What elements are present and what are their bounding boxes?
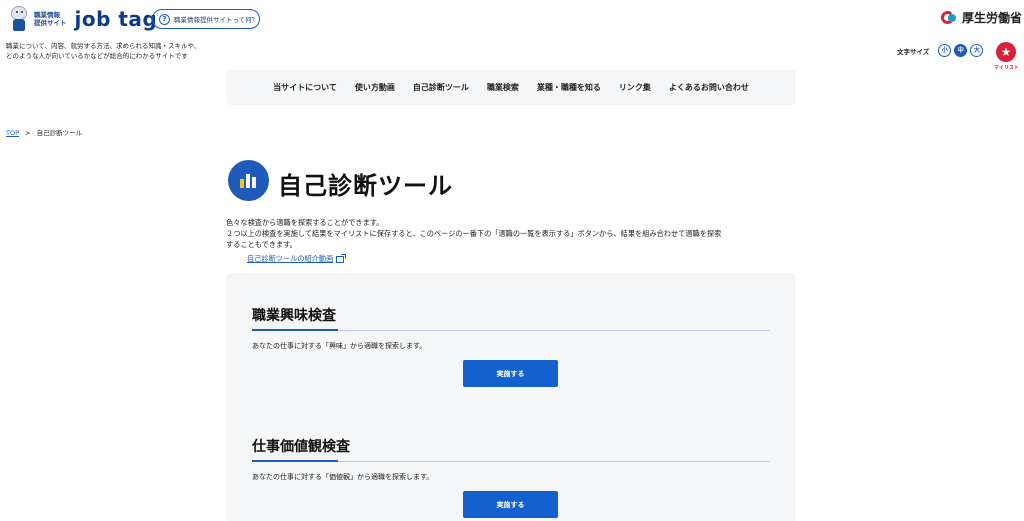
- ministry-logo[interactable]: 厚生労働省: [940, 8, 1022, 26]
- breadcrumb-current: 自己診断ツール: [36, 129, 83, 137]
- question-icon: ?: [159, 13, 170, 25]
- site-logo[interactable]: 職業情報 提供サイト job tag: [8, 6, 157, 32]
- mylist-button[interactable]: ★ マイリスト: [994, 42, 1020, 71]
- nav-item-faq[interactable]: よくあるお問い合わせ: [660, 82, 758, 93]
- intro-video-link[interactable]: 自己診断ツールの紹介動画: [247, 253, 347, 264]
- section-title-interest: 職業興味検査: [252, 308, 336, 324]
- ministry-mark-icon: [940, 8, 960, 26]
- section-divider: [252, 329, 770, 331]
- section-divider: [252, 460, 770, 462]
- global-nav: 当サイトについて 使い方動画 自己診断ツール 職業検索 業種・職種を知る リンク…: [226, 70, 796, 105]
- section-title-values: 仕事価値観検査: [252, 439, 350, 455]
- page-title: 自己診断ツール: [278, 172, 453, 200]
- external-link-icon: [336, 253, 347, 263]
- about-site-button[interactable]: ? 職業情報提供サイトって何？: [152, 9, 260, 29]
- font-size-large-button[interactable]: 大: [970, 44, 984, 57]
- nav-item-videos[interactable]: 使い方動画: [346, 82, 404, 93]
- bar-chart-icon: [228, 160, 269, 201]
- font-size-control: 文字サイズ 小 中 大: [897, 44, 984, 57]
- breadcrumb: TOP > 自己診断ツール: [6, 127, 82, 137]
- breadcrumb-separator: >: [25, 129, 31, 137]
- font-size-medium-button[interactable]: 中: [954, 44, 968, 57]
- nav-item-job-search[interactable]: 職業検索: [478, 82, 528, 93]
- intro-video-label: 自己診断ツールの紹介動画: [247, 254, 334, 263]
- section-desc-interest: あなたの仕事に対する「興味」から適職を探索します。: [252, 342, 427, 350]
- site-tagline: 職業について、内容、就労する方法、求められる知識・スキルや、 どのような人が向い…: [6, 42, 201, 60]
- font-size-label: 文字サイズ: [897, 47, 930, 56]
- run-values-test-button[interactable]: 実施する: [463, 491, 558, 518]
- logo-subtitle: 職業情報 提供サイト: [34, 11, 67, 27]
- logo-wordmark: job tag: [74, 7, 158, 31]
- ministry-name: 厚生労働省: [962, 10, 1023, 25]
- mascot-icon: [8, 6, 30, 32]
- page-description: 色々な検査から適職を探索することができます。 ２つ以上の検査を実施して結果をマイ…: [226, 218, 722, 249]
- mylist-label: マイリスト: [994, 65, 1020, 71]
- run-interest-test-button[interactable]: 実施する: [463, 360, 558, 387]
- nav-item-links[interactable]: リンク集: [610, 82, 660, 93]
- section-desc-values: あなたの仕事に対する「価値観」から適職を探索します。: [252, 473, 434, 481]
- nav-item-about[interactable]: 当サイトについて: [264, 82, 346, 93]
- star-icon: ★: [996, 42, 1016, 62]
- about-site-label: 職業情報提供サイトって何？: [174, 16, 259, 24]
- breadcrumb-top-link[interactable]: TOP: [6, 129, 19, 137]
- nav-item-industries[interactable]: 業種・職種を知る: [528, 82, 610, 93]
- font-size-small-button[interactable]: 小: [938, 44, 952, 57]
- nav-item-self-diagnosis[interactable]: 自己診断ツール: [404, 82, 478, 93]
